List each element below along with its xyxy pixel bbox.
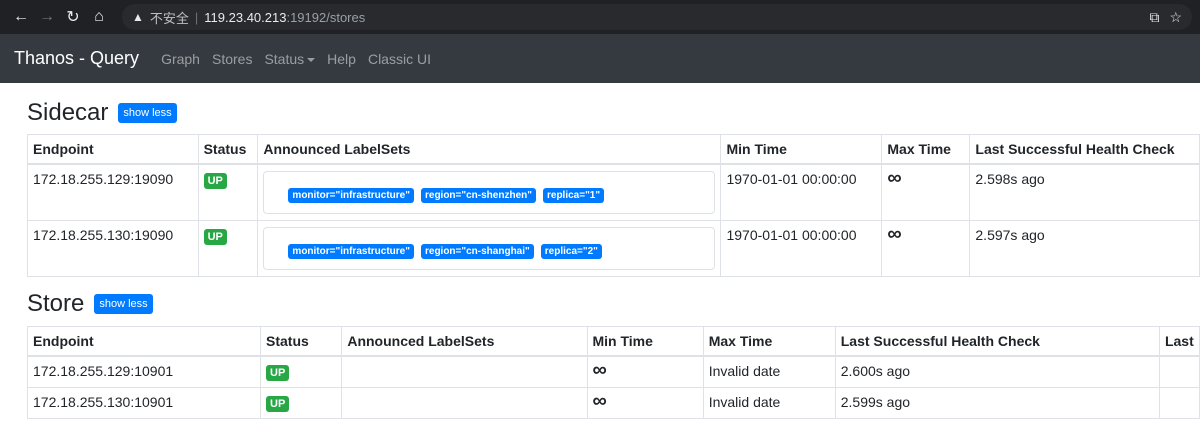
status-badge: UP — [266, 365, 290, 381]
url-host: 119.23.40.213 — [204, 9, 287, 25]
status-badge: UP — [203, 173, 227, 189]
status-cell: UP — [197, 220, 259, 277]
label-badge: region="cn-shanghai" — [420, 244, 534, 259]
table-row: 172.18.255.130:19090 UP monitor="infrast… — [27, 220, 1200, 277]
status-cell: UP — [259, 387, 343, 419]
nav-help[interactable]: Help — [327, 51, 356, 67]
nav-status-label: Status — [264, 50, 305, 67]
col-endpoint: Endpoint — [27, 326, 261, 357]
translate-icon[interactable]: ⧉ — [1149, 9, 1159, 26]
table-row: 172.18.255.130:10901 UP ∞ Invalid date 2… — [27, 387, 1200, 419]
sidecar-show-less-button[interactable]: show less — [118, 103, 177, 123]
extra-cell — [1158, 355, 1200, 388]
endpoint-cell: 172.18.255.129:19090 — [27, 163, 199, 221]
nav-classic-ui[interactable]: Classic UI — [368, 51, 431, 67]
address-bar[interactable]: ▲ 不安全 | 119.23.40.213 :19192/stores ⧉ ☆ — [122, 4, 1192, 30]
label-badge: monitor="infrastructure" — [288, 244, 414, 259]
endpoint-cell: 172.18.255.129:10901 — [27, 355, 261, 388]
col-max-time: Max Time — [702, 326, 836, 357]
reload-icon[interactable]: ↻ — [60, 4, 86, 30]
status-badge: UP — [203, 229, 227, 245]
labelsets-cell: monitor="infrastructure" region="cn-shenz… — [257, 163, 722, 221]
min-time-cell: 1970-01-01 00:00:00 — [720, 220, 883, 277]
bookmark-star-icon[interactable]: ☆ — [1169, 9, 1182, 26]
col-min-time: Min Time — [720, 134, 883, 165]
sidecar-header: Sidecar show less — [27, 99, 177, 127]
infinity-icon: ∞ — [592, 359, 607, 381]
col-labelsets: Announced LabelSets — [257, 134, 722, 165]
url-separator: | — [194, 9, 199, 25]
store-title: Store — [27, 290, 85, 317]
extra-cell — [1158, 387, 1200, 419]
max-time-cell: Invalid date — [702, 387, 836, 419]
browser-toolbar: ← → ↻ ⌂ ▲ 不安全 | 119.23.40.213 :19192/sto… — [0, 0, 1200, 34]
endpoint-cell: 172.18.255.130:19090 — [27, 220, 199, 277]
back-icon[interactable]: ← — [8, 4, 34, 30]
health-cell: 2.598s ago — [969, 163, 1200, 221]
status-cell: UP — [259, 355, 343, 388]
min-time-cell: ∞ — [586, 387, 704, 419]
store-header: Store show less — [27, 290, 153, 318]
store-table: Endpoint Status Announced LabelSets Min … — [27, 326, 1200, 419]
status-badge: UP — [266, 396, 290, 412]
store-show-less-button[interactable]: show less — [94, 294, 153, 314]
max-time-cell: Invalid date — [702, 355, 836, 388]
table-row: 172.18.255.129:10901 UP ∞ Invalid date 2… — [27, 355, 1200, 388]
max-time-cell: ∞ — [881, 163, 971, 221]
home-icon[interactable]: ⌂ — [86, 4, 112, 30]
table-row: 172.18.255.129:19090 UP monitor="infrast… — [27, 163, 1200, 221]
labelset-box: monitor="infrastructure" region="cn-shang… — [263, 227, 716, 270]
status-cell: UP — [197, 163, 259, 221]
label-badge: monitor="infrastructure" — [288, 188, 414, 203]
min-time-cell: ∞ — [586, 355, 704, 388]
labelsets-cell — [341, 355, 588, 388]
caret-down-icon — [307, 57, 316, 62]
label-badge: region="cn-shenzhen" — [420, 188, 536, 203]
max-time-cell: ∞ — [881, 220, 971, 277]
label-badge: replica="2" — [540, 244, 602, 259]
url-path: :19192/stores — [286, 9, 366, 25]
col-min-time: Min Time — [586, 326, 704, 357]
col-labelsets: Announced LabelSets — [341, 326, 588, 357]
health-cell: 2.600s ago — [834, 355, 1160, 388]
col-max-time: Max Time — [881, 134, 971, 165]
labelsets-cell: monitor="infrastructure" region="cn-shang… — [257, 220, 722, 277]
app-navbar: Thanos - Query Graph Stores Status Help … — [0, 34, 1200, 83]
health-cell: 2.599s ago — [834, 387, 1160, 419]
warning-icon: ▲ — [132, 10, 144, 24]
nav-graph[interactable]: Graph — [161, 51, 200, 67]
col-status: Status — [197, 134, 259, 165]
label-badge: replica="1" — [542, 188, 605, 203]
forward-icon[interactable]: → — [34, 4, 60, 30]
nav-status[interactable]: Status — [264, 50, 316, 67]
col-endpoint: Endpoint — [27, 134, 199, 165]
min-time-cell: 1970-01-01 00:00:00 — [720, 163, 883, 221]
col-last-cut: Last — [1158, 326, 1200, 357]
infinity-icon: ∞ — [887, 223, 902, 245]
labelsets-cell — [341, 387, 588, 419]
col-health: Last Successful Health Check — [969, 134, 1200, 165]
infinity-icon: ∞ — [887, 167, 902, 189]
col-status: Status — [259, 326, 343, 357]
col-health: Last Successful Health Check — [834, 326, 1160, 357]
infinity-icon: ∞ — [592, 390, 607, 412]
sidecar-table: Endpoint Status Announced LabelSets Min … — [27, 134, 1200, 277]
security-label: 不安全 — [149, 10, 189, 26]
endpoint-cell: 172.18.255.130:10901 — [27, 387, 261, 419]
labelset-box: monitor="infrastructure" region="cn-shenz… — [263, 171, 716, 214]
sidecar-title: Sidecar — [27, 99, 109, 126]
brand[interactable]: Thanos - Query — [14, 48, 139, 69]
health-cell: 2.597s ago — [969, 220, 1200, 277]
nav-stores[interactable]: Stores — [212, 51, 252, 67]
